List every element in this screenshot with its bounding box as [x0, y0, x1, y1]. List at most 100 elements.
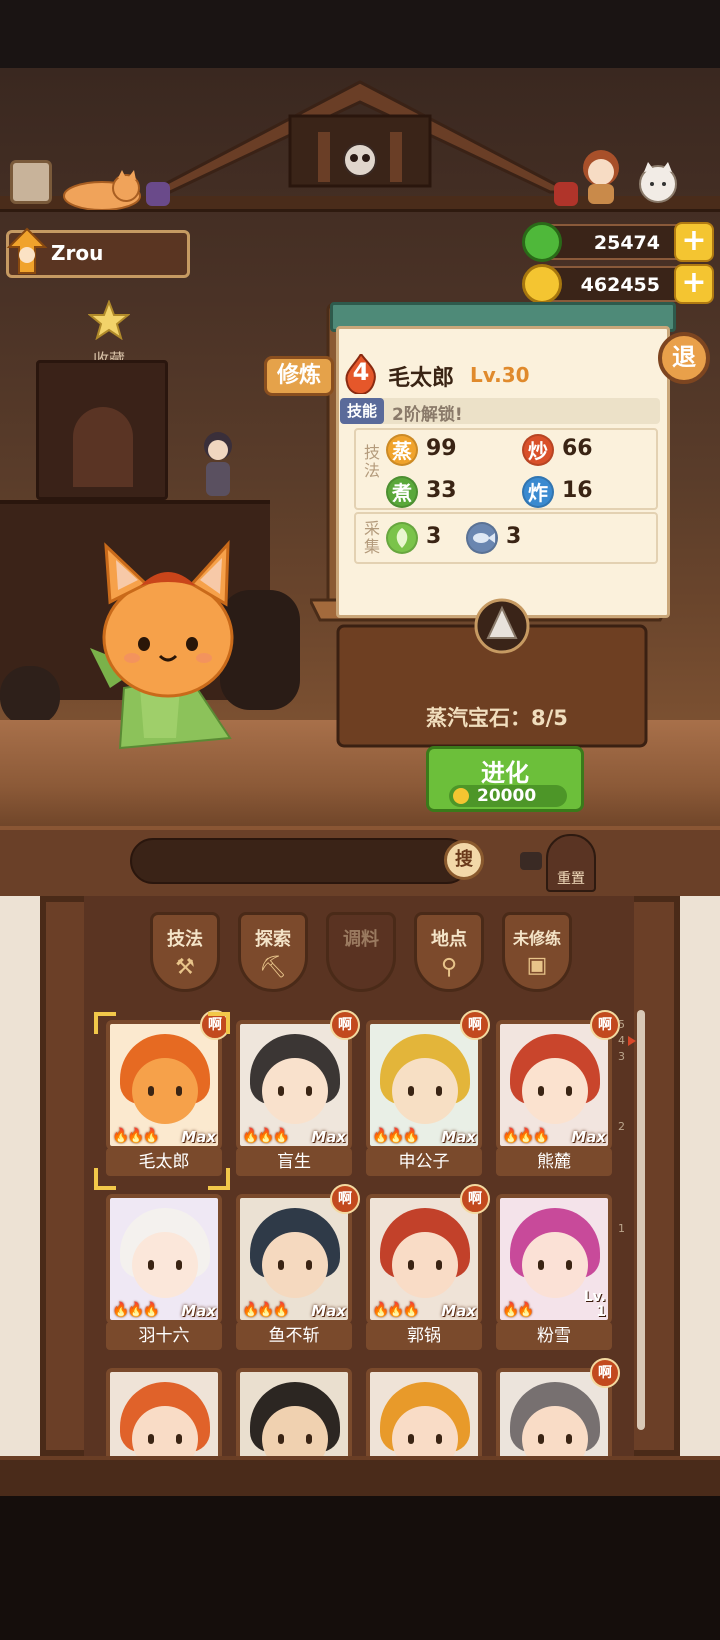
rank-flames-icon: 🔥🔥🔥	[242, 1302, 290, 1318]
card-badge: 啊	[330, 1184, 360, 1214]
portrait-eye	[436, 1434, 442, 1444]
filter-location[interactable]: 地点 ⚲	[414, 912, 484, 992]
filter-untrained[interactable]: 未修练 ▣	[502, 912, 572, 992]
white-cat-icon	[639, 162, 677, 203]
gem-icon	[474, 598, 530, 654]
card-name: 熊麓	[496, 1148, 612, 1176]
portrait-eye	[566, 1434, 572, 1444]
max-label: Max	[311, 1128, 346, 1146]
portrait-face	[392, 1232, 458, 1298]
cat-pet-character[interactable]	[80, 538, 250, 753]
evolve-button[interactable]: 进化 20000	[426, 746, 584, 812]
spatula-icon: ⚒	[175, 955, 195, 980]
character-card[interactable]: 🔥🔥 Lv. 1 粉雪	[496, 1194, 612, 1354]
rank-flames-icon: 🔥🔥	[502, 1302, 535, 1318]
character-card[interactable]: 🔥🔥🔥 Max 毛太郎啊	[106, 1010, 230, 1180]
rank-flames-icon: 🔥🔥🔥	[112, 1302, 160, 1318]
filter-explore[interactable]: 探索 ⛏	[238, 912, 308, 992]
shovel-icon: ⛏	[259, 955, 287, 980]
exit-button[interactable]: 退	[658, 332, 710, 384]
stat-boil: 煮 33	[386, 476, 486, 510]
portrait-eye	[306, 1260, 312, 1270]
character-card[interactable]: 🔥🔥🔥 Max 郭锅 啊	[366, 1184, 490, 1354]
max-label: Max	[571, 1128, 606, 1146]
portrait-eye	[408, 1086, 414, 1096]
jade-icon	[522, 222, 562, 262]
character-card[interactable]: 🔥🔥🔥 Max 熊麓 啊	[496, 1010, 620, 1180]
rank-number: 4	[352, 358, 370, 386]
filter-technique[interactable]: 技法 ⚒	[150, 912, 220, 992]
portrait-eye	[538, 1434, 544, 1444]
steam-gem-progress: 蒸汽宝石：8/5	[426, 706, 568, 730]
portrait-eye	[538, 1086, 544, 1096]
favorite-button[interactable]: 收藏	[84, 299, 134, 369]
location-icon: ⚲	[440, 955, 458, 980]
portrait-eye	[148, 1086, 154, 1096]
gather-label: 采集	[363, 519, 380, 556]
add-coin-button[interactable]: +	[674, 264, 714, 304]
portrait-eye	[538, 1260, 544, 1270]
bottom-area	[0, 1496, 720, 1640]
book-icon: ▣	[526, 953, 548, 978]
card-name: 鱼不斩	[236, 1322, 352, 1350]
tab-cultivation[interactable]: 修炼	[264, 356, 334, 396]
filter-label: 探索	[255, 929, 291, 950]
technique-label: 技法	[363, 443, 380, 480]
card-badge: 啊	[330, 1010, 360, 1040]
selection-corner	[94, 1012, 116, 1034]
card-level: Lv. 1	[583, 1289, 606, 1320]
coin-currency: 462455 +	[522, 264, 714, 304]
portrait-face	[262, 1058, 328, 1124]
coin-icon	[522, 264, 562, 304]
vegetable-value: 3	[426, 524, 442, 549]
card-badge: 啊	[460, 1010, 490, 1040]
character-card[interactable]: 🔥🔥🔥 Max 盲生 啊	[236, 1010, 360, 1180]
character-level: Lv.30	[470, 363, 530, 387]
reset-button[interactable]: 重置	[546, 834, 596, 892]
portrait-eye	[278, 1434, 284, 1444]
card-name: 郭锅	[366, 1322, 482, 1350]
scroll-tick: 5	[618, 1018, 625, 1031]
scroll-tick: 4	[618, 1034, 625, 1047]
search-input[interactable]	[130, 838, 470, 884]
rank-flames-icon: 🔥🔥🔥	[242, 1128, 290, 1144]
portrait-eye	[408, 1260, 414, 1270]
filter-label: 调料	[343, 929, 379, 950]
sleeping-cat-icon	[63, 170, 141, 210]
skill-tag: 技能	[340, 398, 384, 424]
character-card[interactable]: 🔥🔥🔥 Max 鱼不斩 啊	[236, 1184, 360, 1354]
player-name-plate[interactable]: Zrou	[6, 227, 190, 278]
portrait-eye	[306, 1086, 312, 1096]
rank-flames-icon: 🔥🔥🔥	[372, 1128, 420, 1144]
coin-icon	[453, 788, 469, 804]
character-card[interactable]: 🔥🔥🔥 Max 申公子 啊	[366, 1010, 490, 1180]
character-card[interactable]: 🔥🔥🔥 Max 羽十六	[106, 1194, 222, 1354]
search-button[interactable]: 搜	[444, 840, 484, 880]
character-name: 毛太郎	[388, 366, 455, 391]
portrait-eye	[408, 1434, 414, 1444]
portrait-eye	[278, 1260, 284, 1270]
list-scrollbar[interactable]	[637, 1010, 645, 1430]
toggle-icon[interactable]	[520, 852, 542, 870]
add-jade-button[interactable]: +	[674, 222, 714, 262]
coin-amount: 462455	[580, 274, 660, 296]
card-badge: 啊	[460, 1184, 490, 1214]
portrait-eye	[566, 1086, 572, 1096]
max-label: Max	[311, 1302, 346, 1320]
helper-npc-icon	[204, 432, 232, 496]
evolve-label: 进化	[481, 759, 529, 787]
stirfry-icon: 炒	[522, 434, 554, 466]
clay-pot	[0, 666, 60, 726]
card-name: 粉雪	[496, 1322, 612, 1350]
scroll-tick: 3	[618, 1050, 625, 1063]
portrait-face	[522, 1058, 588, 1124]
max-label: Max	[181, 1128, 216, 1146]
stove	[36, 360, 168, 500]
card-name: 盲生	[236, 1148, 352, 1176]
portrait-face	[392, 1058, 458, 1124]
jade-amount: 25474	[593, 232, 660, 254]
portrait-eye	[148, 1434, 154, 1444]
filter-seasoning[interactable]: 调料	[326, 912, 396, 992]
jade-currency: 25474 +	[522, 222, 714, 262]
card-name: 毛太郎	[106, 1148, 222, 1176]
